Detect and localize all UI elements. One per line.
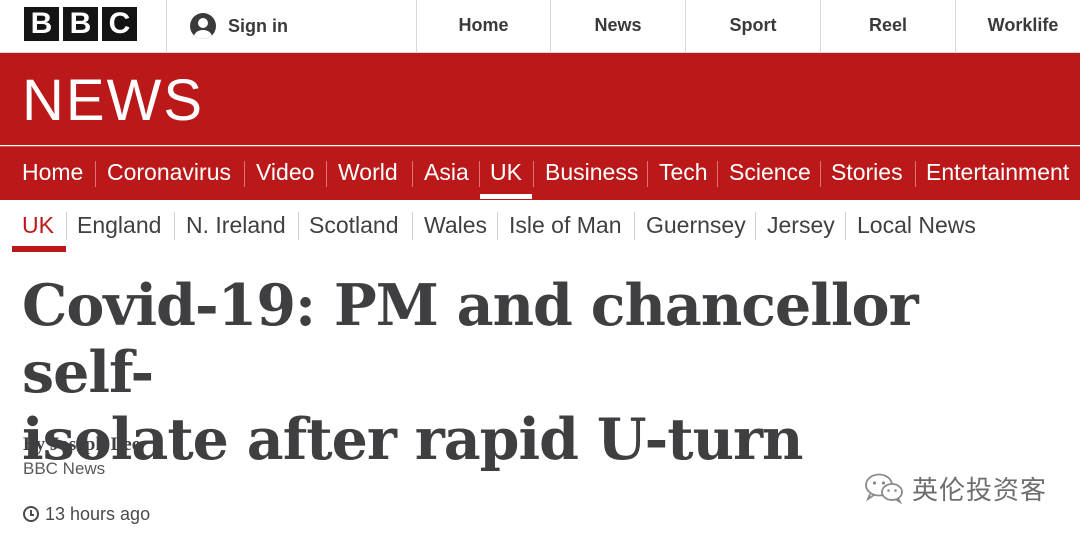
divider <box>717 161 718 187</box>
section-nav: Home Coronavirus Video World Asia UK Bus… <box>0 146 1080 200</box>
divider <box>298 212 299 240</box>
subnav-scotland[interactable]: Scotland <box>309 200 399 250</box>
bbc-logo-letter: B <box>63 7 98 41</box>
bbc-logo-letter: B <box>24 7 59 41</box>
section-active-indicator <box>480 194 532 199</box>
divider <box>915 161 916 187</box>
section-coronavirus[interactable]: Coronavirus <box>107 147 231 199</box>
divider <box>479 161 480 187</box>
sign-in-link[interactable]: Sign in <box>190 12 288 40</box>
section-uk[interactable]: UK <box>490 147 522 199</box>
bbc-logo-letter: C <box>102 7 137 41</box>
divider <box>755 212 756 240</box>
uk-sub-nav: UK England N. Ireland Scotland Wales Isl… <box>0 200 1080 252</box>
divider <box>533 161 534 187</box>
section-business[interactable]: Business <box>545 147 638 199</box>
divider <box>244 161 245 187</box>
timestamp-label: 13 hours ago <box>45 503 151 524</box>
watermark-text: 英伦投资客 <box>912 475 1048 506</box>
wechat-icon <box>865 473 903 504</box>
divider <box>412 212 413 240</box>
divider <box>95 161 96 187</box>
article-headline: Covid-19: PM and chancellor self- isolat… <box>22 272 1062 473</box>
divider <box>412 161 413 187</box>
topnav-worklife[interactable]: Worklife <box>956 0 1080 52</box>
subnav-isle-of-man[interactable]: Isle of Man <box>509 200 622 250</box>
section-world[interactable]: World <box>338 147 398 199</box>
divider <box>174 212 175 240</box>
section-video[interactable]: Video <box>256 147 314 199</box>
subnav-england[interactable]: England <box>77 200 161 250</box>
topnav-reel[interactable]: Reel <box>821 0 955 52</box>
divider <box>66 212 67 240</box>
subnav-active-indicator <box>12 246 66 252</box>
topnav-home[interactable]: Home <box>417 0 550 52</box>
subnav-local-news[interactable]: Local News <box>857 200 976 250</box>
section-entertainment[interactable]: Entertainment <box>926 147 1069 199</box>
topnav-sport[interactable]: Sport <box>686 0 820 52</box>
bbc-top-bar: B B C Sign in Home News Sport Reel Workl… <box>0 0 1080 53</box>
divider <box>497 212 498 240</box>
divider <box>326 161 327 187</box>
headline-line-1: Covid-19: PM and chancellor self- <box>22 272 919 406</box>
divider <box>845 212 846 240</box>
subnav-n-ireland[interactable]: N. Ireland <box>186 200 286 250</box>
subnav-guernsey[interactable]: Guernsey <box>646 200 746 250</box>
section-asia[interactable]: Asia <box>424 147 469 199</box>
clock-icon <box>23 506 39 522</box>
topnav-news[interactable]: News <box>551 0 685 52</box>
user-account-icon <box>190 13 216 39</box>
news-wordmark[interactable]: NEWS <box>22 72 204 130</box>
bbc-logo[interactable]: B B C <box>24 7 137 41</box>
section-tech[interactable]: Tech <box>659 147 708 199</box>
section-science[interactable]: Science <box>729 147 811 199</box>
divider <box>634 212 635 240</box>
subnav-uk[interactable]: UK <box>22 200 54 250</box>
divider <box>820 161 821 187</box>
divider <box>647 161 648 187</box>
subnav-jersey[interactable]: Jersey <box>767 200 835 250</box>
article-timestamp: 13 hours ago <box>23 502 150 526</box>
subnav-wales[interactable]: Wales <box>424 200 487 250</box>
sign-in-label: Sign in <box>228 15 288 36</box>
byline-organisation: BBC News <box>23 459 106 478</box>
section-home[interactable]: Home <box>22 147 83 199</box>
watermark: 英伦投资客 <box>864 470 1047 506</box>
section-stories[interactable]: Stories <box>831 147 903 199</box>
byline-author: By Joseph Lee <box>23 434 141 455</box>
divider <box>166 0 167 52</box>
